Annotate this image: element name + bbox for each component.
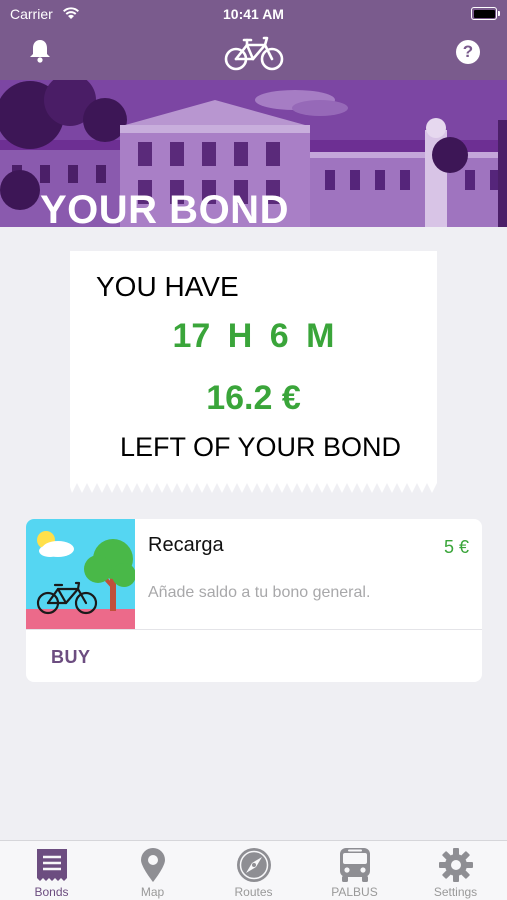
bond-card: Recarga 5 € Añade saldo a tu bono genera…: [26, 519, 482, 682]
map-pin-icon: [140, 848, 165, 882]
bond-description: Añade saldo a tu bono general.: [148, 584, 371, 601]
time-remaining: 17 H 6 M: [172, 317, 335, 355]
bell-icon[interactable]: [28, 38, 52, 64]
page-title: YOUR BOND: [40, 188, 289, 227]
bus-icon: [339, 848, 370, 882]
tab-routes[interactable]: Routes: [203, 841, 304, 900]
tab-label-palbus: PALBUS: [331, 885, 378, 899]
gear-icon: [438, 848, 473, 882]
compass-icon: [236, 848, 271, 882]
bicycle-logo-icon: [224, 36, 284, 71]
bond-price: 5 €: [443, 537, 469, 557]
balance-receipt: YOU HAVE 17 H 6 M 16.2 € LEFT OF YOUR BO…: [70, 251, 437, 495]
card-divider: [26, 629, 482, 630]
money-remaining: 16.2 €: [206, 379, 301, 417]
tab-settings[interactable]: Settings: [405, 841, 506, 900]
status-time: 10:41 AM: [223, 6, 284, 22]
tab-label-bonds: Bonds: [34, 885, 69, 899]
bond-thumbnail: [26, 519, 135, 629]
tab-map[interactable]: Map: [102, 841, 203, 900]
battery-icon: [471, 7, 500, 20]
tab-label-routes: Routes: [234, 885, 273, 899]
bond-title: Recarga: [148, 534, 224, 556]
buy-button[interactable]: BUY: [51, 647, 91, 668]
ticket-icon: [36, 849, 67, 881]
tab-label-settings: Settings: [433, 885, 478, 899]
tab-palbus[interactable]: PALBUS: [304, 841, 405, 900]
balance-outro: LEFT OF YOUR BOND: [119, 432, 402, 462]
tab-bar: Bonds Map Routes PALBUS Settings: [0, 840, 507, 900]
tab-label-map: Map: [140, 885, 165, 899]
balance-intro: YOU HAVE: [96, 271, 239, 302]
hero-banner: YOUR BOND: [0, 80, 507, 227]
navigation-bar: ?: [0, 28, 507, 80]
tab-bonds[interactable]: Bonds: [1, 841, 102, 900]
status-bar: Carrier 10:41 AM: [0, 0, 507, 28]
help-icon[interactable]: ?: [456, 40, 480, 64]
